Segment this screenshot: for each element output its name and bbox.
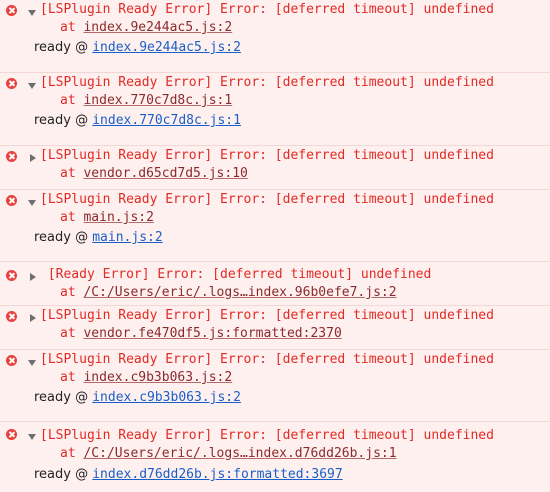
- at-prefix: at: [60, 326, 84, 341]
- error-message: [LSPlugin Ready Error] Error: [deferred …: [40, 148, 494, 163]
- at-prefix: at: [60, 446, 84, 461]
- stack-frame: at vendor.fe470df5.js:formatted:2370: [60, 326, 342, 342]
- stack-frame: at index.770c7d8c.js:1: [60, 93, 232, 109]
- error-entry: [LSPlugin Ready Error] Error: [deferred …: [0, 190, 550, 262]
- stack-source-link[interactable]: index.770c7d8c.js:1: [83, 93, 232, 108]
- stack-frame: at /C:/Users/eric/.logs…index.d76dd26b.j…: [60, 446, 397, 462]
- stack-source-link[interactable]: /C:/Users/eric/.logs…index.d76dd26b.js:1: [83, 446, 396, 461]
- ready-source-link[interactable]: index.9e244ac5.js:2: [92, 40, 241, 55]
- error-entry: [LSPlugin Ready Error] Error: [deferred …: [0, 306, 550, 350]
- at-prefix: at: [60, 166, 84, 181]
- stack-source-link[interactable]: vendor.d65cd7d5.js:10: [83, 166, 247, 181]
- collapse-triangle-icon[interactable]: [30, 154, 36, 162]
- ready-source-link[interactable]: index.d76dd26b.js:formatted:3697: [92, 467, 342, 482]
- ready-frame: ready @ index.c9b3b063.js:2: [34, 390, 241, 406]
- ready-prefix: ready @: [34, 467, 93, 482]
- error-entry: [LSPlugin Ready Error] Error: [deferred …: [0, 73, 550, 146]
- error-message: [LSPlugin Ready Error] Error: [deferred …: [40, 2, 494, 17]
- error-message: [LSPlugin Ready Error] Error: [deferred …: [40, 75, 494, 90]
- ready-source-link[interactable]: main.js:2: [92, 230, 162, 245]
- ready-prefix: ready @: [34, 113, 93, 128]
- error-icon: [6, 151, 17, 162]
- ready-prefix: ready @: [34, 230, 93, 245]
- error-entry: [Ready Error] Error: [deferred timeout] …: [0, 262, 550, 306]
- error-icon: [6, 270, 17, 281]
- stack-frame: at index.9e244ac5.js:2: [60, 20, 232, 36]
- error-message: [LSPlugin Ready Error] Error: [deferred …: [40, 192, 494, 207]
- collapse-triangle-icon[interactable]: [30, 314, 36, 322]
- expand-triangle-icon[interactable]: [28, 200, 36, 206]
- at-prefix: at: [60, 370, 84, 385]
- stack-source-link[interactable]: /C:/Users/eric/.logs…index.96b0efe7.js:2: [83, 285, 396, 300]
- error-message: [LSPlugin Ready Error] Error: [deferred …: [40, 428, 494, 443]
- error-message: [LSPlugin Ready Error] Error: [deferred …: [40, 308, 494, 323]
- expand-triangle-icon[interactable]: [28, 10, 36, 16]
- at-prefix: at: [60, 210, 84, 225]
- error-icon: [6, 311, 17, 322]
- ready-prefix: ready @: [34, 40, 93, 55]
- stack-source-link[interactable]: vendor.fe470df5.js:formatted:2370: [83, 326, 341, 341]
- stack-frame: at vendor.d65cd7d5.js:10: [60, 166, 248, 182]
- at-prefix: at: [60, 20, 84, 35]
- ready-frame: ready @ main.js:2: [34, 230, 163, 246]
- stack-source-link[interactable]: main.js:2: [83, 210, 153, 225]
- ready-frame: ready @ index.770c7d8c.js:1: [34, 113, 241, 129]
- stack-frame: at main.js:2: [60, 210, 154, 226]
- expand-triangle-icon[interactable]: [28, 83, 36, 89]
- error-icon: [6, 355, 17, 366]
- expand-triangle-icon[interactable]: [28, 434, 36, 440]
- stack-frame: at index.c9b3b063.js:2: [60, 370, 232, 386]
- collapse-triangle-icon[interactable]: [30, 273, 36, 281]
- error-icon: [6, 195, 17, 206]
- ready-frame: ready @ index.9e244ac5.js:2: [34, 40, 241, 56]
- error-entry: [LSPlugin Ready Error] Error: [deferred …: [0, 0, 550, 73]
- ready-prefix: ready @: [34, 390, 93, 405]
- error-entry: [LSPlugin Ready Error] Error: [deferred …: [0, 422, 550, 492]
- error-message: [LSPlugin Ready Error] Error: [deferred …: [40, 352, 494, 367]
- error-icon: [6, 78, 17, 89]
- expand-triangle-icon[interactable]: [28, 360, 36, 366]
- error-message: [Ready Error] Error: [deferred timeout] …: [40, 267, 432, 282]
- error-icon: [6, 429, 17, 440]
- error-entry: [LSPlugin Ready Error] Error: [deferred …: [0, 350, 550, 422]
- error-entry: [LSPlugin Ready Error] Error: [deferred …: [0, 146, 550, 190]
- stack-frame: at /C:/Users/eric/.logs…index.96b0efe7.j…: [60, 285, 397, 301]
- at-prefix: at: [60, 93, 84, 108]
- ready-source-link[interactable]: index.770c7d8c.js:1: [92, 113, 241, 128]
- ready-frame: ready @ index.d76dd26b.js:formatted:3697: [34, 467, 343, 483]
- error-icon: [6, 5, 17, 16]
- at-prefix: at: [60, 285, 84, 300]
- stack-source-link[interactable]: index.9e244ac5.js:2: [83, 20, 232, 35]
- console-error-list: [LSPlugin Ready Error] Error: [deferred …: [0, 0, 550, 492]
- ready-source-link[interactable]: index.c9b3b063.js:2: [92, 390, 241, 405]
- stack-source-link[interactable]: index.c9b3b063.js:2: [83, 370, 232, 385]
